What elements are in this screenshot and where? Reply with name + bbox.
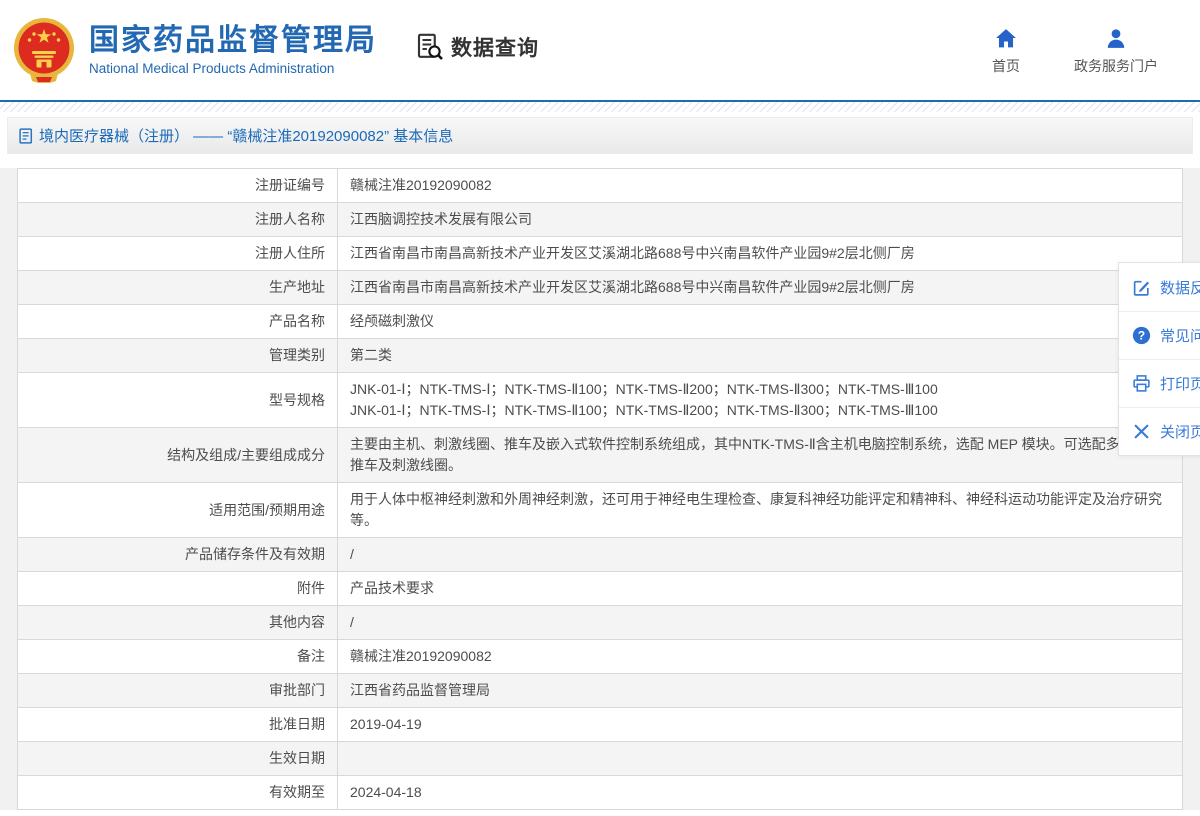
table-row: 备注 赣械注准20192090082 <box>18 640 1183 674</box>
row-value: / <box>338 538 1183 572</box>
row-value: / <box>338 606 1183 640</box>
table-row: 适用范围/预期用途 用于人体中枢神经刺激和外周神经刺激，还可用于神经电生理检查、… <box>18 483 1183 538</box>
home-icon <box>995 28 1017 49</box>
row-value: 2024-04-18 <box>338 776 1183 810</box>
brand-block: 国家药品监督管理局 National Medical Products Admi… <box>89 24 377 76</box>
row-value: 江西省药品监督管理局 <box>338 674 1183 708</box>
print-icon <box>1132 374 1151 393</box>
row-value: 2019-04-19 <box>338 708 1183 742</box>
print-page-label: 打印页面 <box>1160 373 1200 394</box>
page-title-bar: 境内医疗器械（注册） —— “赣械注准20192090082” 基本信息 <box>7 117 1193 154</box>
table-row: 型号规格 JNK-01-Ⅰ；NTK-TMS-Ⅰ；NTK-TMS-Ⅱ100；NTK… <box>18 373 1183 428</box>
table-row: 附件 产品技术要求 <box>18 572 1183 606</box>
row-label: 备注 <box>18 640 338 674</box>
table-row: 其他内容 / <box>18 606 1183 640</box>
row-value <box>338 742 1183 776</box>
feedback-edit-icon <box>1132 278 1151 297</box>
header-nav: 首页 政务服务门户 <box>976 28 1158 76</box>
feedback-label: 数据反馈 <box>1160 277 1200 298</box>
faq-label: 常见问题 <box>1160 325 1200 346</box>
org-name-cn: 国家药品监督管理局 <box>89 24 377 58</box>
row-label: 其他内容 <box>18 606 338 640</box>
faq-button[interactable]: ? 常见问题 <box>1119 311 1200 359</box>
svg-text:?: ? <box>1138 329 1145 343</box>
row-label: 产品储存条件及有效期 <box>18 538 338 572</box>
national-emblem-logo <box>12 17 76 83</box>
row-value: 主要由主机、刺激线圈、推车及嵌入式软件控制系统组成，其中NTK-TMS-Ⅱ含主机… <box>338 428 1183 483</box>
table-row: 有效期至 2024-04-18 <box>18 776 1183 810</box>
nmpa-device-detail-page: { "header": { "org_cn": "国家药品监督管理局", "or… <box>0 0 1200 816</box>
table-wrapper: 注册证编号 赣械注准20192090082 注册人名称 江西脑调控技术发展有限公… <box>0 168 1200 810</box>
table-row: 产品储存条件及有效期 / <box>18 538 1183 572</box>
user-icon <box>1105 28 1127 49</box>
nav-gov-portal[interactable]: 政务服务门户 <box>1074 28 1158 76</box>
document-search-icon <box>415 32 445 62</box>
row-value: 赣械注准20192090082 <box>338 640 1183 674</box>
table-row: 管理类别 第二类 <box>18 339 1183 373</box>
nav-home[interactable]: 首页 <box>976 28 1036 76</box>
row-value: 江西脑调控技术发展有限公司 <box>338 203 1183 237</box>
row-label: 注册人名称 <box>18 203 338 237</box>
row-label: 型号规格 <box>18 373 338 428</box>
table-row: 生产地址 江西省南昌市南昌高新技术产业开发区艾溪湖北路688号中兴南昌软件产业园… <box>18 271 1183 305</box>
table-row: 产品名称 经颅磁刺激仪 <box>18 305 1183 339</box>
close-icon <box>1132 422 1151 441</box>
row-value: 产品技术要求 <box>338 572 1183 606</box>
row-label: 注册证编号 <box>18 169 338 203</box>
table-row: 注册证编号 赣械注准20192090082 <box>18 169 1183 203</box>
table-row: 结构及组成/主要组成成分 主要由主机、刺激线圈、推车及嵌入式软件控制系统组成，其… <box>18 428 1183 483</box>
row-label: 产品名称 <box>18 305 338 339</box>
row-label: 结构及组成/主要组成成分 <box>18 428 338 483</box>
table-row: 批准日期 2019-04-19 <box>18 708 1183 742</box>
row-value: 经颅磁刺激仪 <box>338 305 1183 339</box>
row-label: 适用范围/预期用途 <box>18 483 338 538</box>
table-row: 审批部门 江西省药品监督管理局 <box>18 674 1183 708</box>
row-label: 生效日期 <box>18 742 338 776</box>
info-table-body: 注册证编号 赣械注准20192090082 注册人名称 江西脑调控技术发展有限公… <box>18 169 1183 810</box>
floating-tools-panel: 数据反馈 ? 常见问题 打印页面 关闭页面 <box>1118 262 1200 456</box>
row-value: JNK-01-Ⅰ；NTK-TMS-Ⅰ；NTK-TMS-Ⅱ100；NTK-TMS-… <box>338 373 1183 428</box>
row-label: 批准日期 <box>18 708 338 742</box>
registration-info-table: 注册证编号 赣械注准20192090082 注册人名称 江西脑调控技术发展有限公… <box>17 168 1183 810</box>
close-page-label: 关闭页面 <box>1160 421 1200 442</box>
row-label: 注册人住所 <box>18 237 338 271</box>
row-value: 赣械注准20192090082 <box>338 169 1183 203</box>
row-value: 江西省南昌市南昌高新技术产业开发区艾溪湖北路688号中兴南昌软件产业园9#2层北… <box>338 271 1183 305</box>
feedback-button[interactable]: 数据反馈 <box>1119 263 1200 311</box>
row-label: 审批部门 <box>18 674 338 708</box>
table-row: 注册人住所 江西省南昌市南昌高新技术产业开发区艾溪湖北路688号中兴南昌软件产业… <box>18 237 1183 271</box>
table-row: 注册人名称 江西脑调控技术发展有限公司 <box>18 203 1183 237</box>
table-row: 生效日期 <box>18 742 1183 776</box>
data-query-label: 数据查询 <box>451 32 539 62</box>
row-label: 有效期至 <box>18 776 338 810</box>
close-page-button[interactable]: 关闭页面 <box>1119 407 1200 455</box>
question-icon: ? <box>1132 326 1151 345</box>
hatch-strip <box>0 102 1200 112</box>
page-title: 境内医疗器械（注册） —— “赣械注准20192090082” 基本信息 <box>39 125 453 146</box>
print-page-button[interactable]: 打印页面 <box>1119 359 1200 407</box>
data-query-entry[interactable]: 数据查询 <box>415 32 539 62</box>
document-icon <box>19 128 34 144</box>
row-label: 附件 <box>18 572 338 606</box>
page-header: 国家药品监督管理局 National Medical Products Admi… <box>0 0 1200 100</box>
row-value: 第二类 <box>338 339 1183 373</box>
org-name-en: National Medical Products Administration <box>89 61 377 76</box>
row-label: 管理类别 <box>18 339 338 373</box>
nav-gov-portal-label: 政务服务门户 <box>1074 56 1158 76</box>
row-value: 江西省南昌市南昌高新技术产业开发区艾溪湖北路688号中兴南昌软件产业园9#2层北… <box>338 237 1183 271</box>
row-value: 用于人体中枢神经刺激和外周神经刺激，还可用于神经电生理检查、康复科神经功能评定和… <box>338 483 1183 538</box>
row-label: 生产地址 <box>18 271 338 305</box>
nav-home-label: 首页 <box>992 56 1020 76</box>
